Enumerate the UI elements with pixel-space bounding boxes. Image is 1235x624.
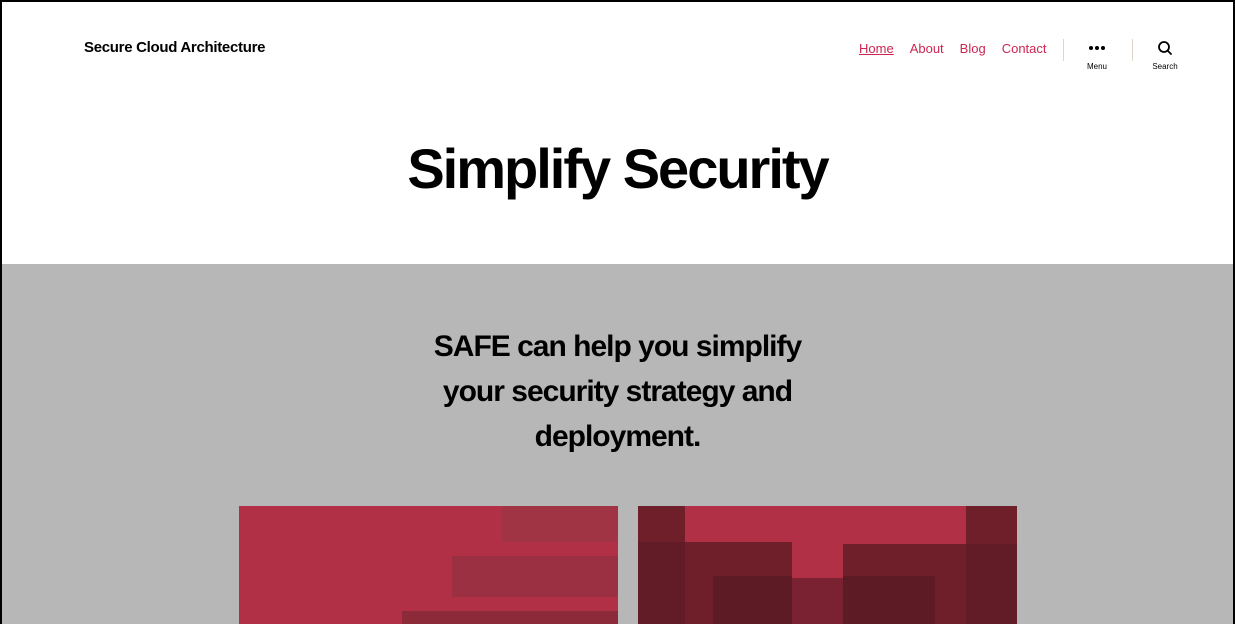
nav-link-contact[interactable]: Contact [1002, 41, 1047, 56]
feature-image-left [239, 506, 618, 624]
nav-link-blog[interactable]: Blog [960, 41, 986, 56]
site-header: Secure Cloud Architecture Home About Blo… [2, 2, 1233, 102]
header-divider [1063, 39, 1064, 61]
image-block [713, 576, 792, 624]
intro-heading: SAFE can help you simplify your security… [2, 324, 1233, 459]
nav-link-home[interactable]: Home [859, 41, 894, 56]
header-divider [1132, 39, 1133, 61]
image-block [792, 578, 843, 624]
more-dots-icon [1072, 38, 1122, 58]
nav-link-about[interactable]: About [910, 41, 944, 56]
image-block [843, 576, 935, 624]
menu-toggle-label: Menu [1086, 62, 1107, 71]
intro-line: SAFE can help you simplify [433, 330, 802, 363]
image-block [638, 542, 685, 624]
intro-line: your security strategy and [442, 375, 793, 408]
search-toggle-button[interactable]: Search [1140, 38, 1190, 71]
page-title: Simplify Security [407, 137, 829, 200]
image-block [452, 556, 618, 597]
page-frame: Secure Cloud Architecture Home About Blo… [0, 0, 1235, 624]
image-block [402, 611, 618, 624]
intro-section: SAFE can help you simplify your security… [2, 264, 1233, 624]
image-block [502, 506, 618, 542]
feature-image-right [638, 506, 1017, 624]
primary-nav: Home About Blog Contact [859, 41, 1047, 56]
image-block [966, 544, 1017, 624]
site-title[interactable]: Secure Cloud Architecture [84, 39, 265, 56]
search-toggle-label: Search [1152, 62, 1178, 71]
intro-line: deployment. [534, 420, 702, 453]
search-icon [1140, 38, 1190, 58]
menu-toggle-button[interactable]: Menu [1072, 38, 1122, 71]
